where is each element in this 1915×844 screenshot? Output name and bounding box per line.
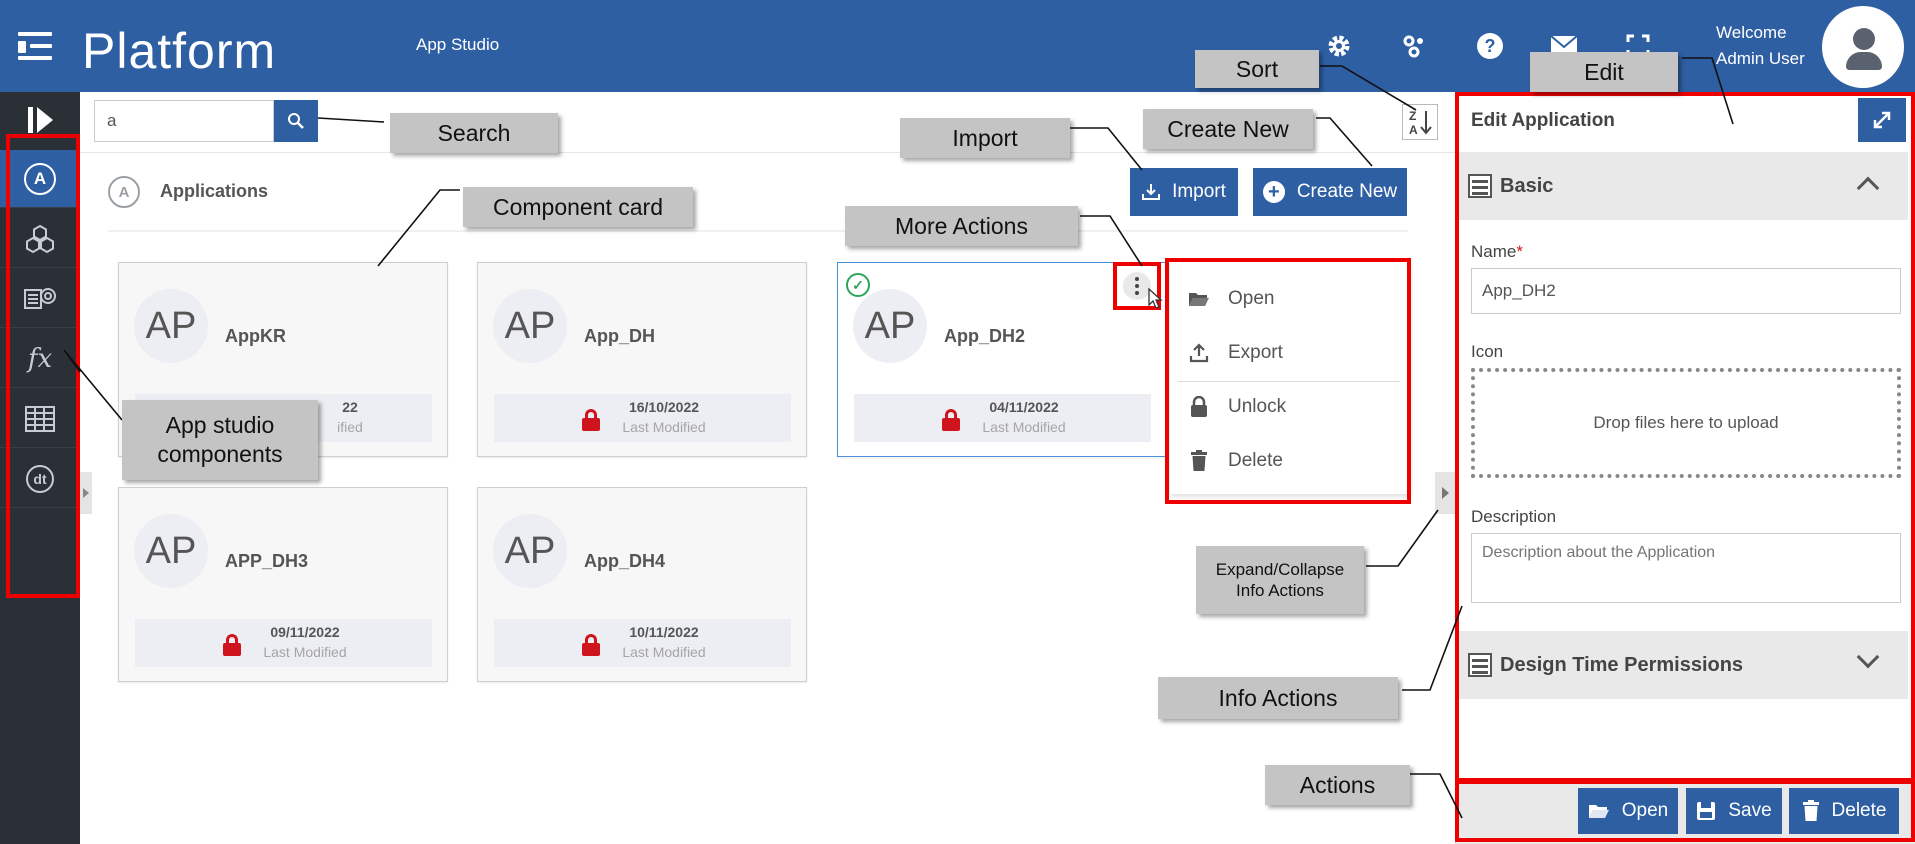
check-circle-icon: ✓ (846, 273, 870, 297)
highlight-edit-panel (1455, 92, 1915, 782)
component-card[interactable]: AP App_DH4 10/11/2022 Last Modified (477, 487, 807, 682)
callout-import: Import (900, 118, 1070, 158)
mouse-cursor-icon (1148, 288, 1163, 309)
create-new-label: Create New (1296, 181, 1398, 202)
card-modified-label: Last Modified (263, 644, 347, 660)
card-footer: 09/11/2022 Last Modified (135, 619, 432, 667)
callout-create-new: Create New (1143, 109, 1313, 149)
component-card[interactable]: AP App_DH 16/10/2022 Last Modified (477, 262, 807, 457)
search-icon (288, 113, 304, 129)
create-new-button[interactable]: + Create New (1253, 168, 1407, 216)
card-date: 22 (342, 399, 358, 415)
menu-toggle-icon[interactable] (18, 32, 54, 62)
divider (80, 152, 1455, 153)
card-modified-label: Last Modified (622, 644, 706, 660)
card-date: 10/11/2022 (629, 624, 699, 640)
highlight-context-menu (1165, 258, 1411, 504)
card-footer: 16/10/2022 Last Modified (494, 394, 791, 442)
integrations-icon[interactable] (1398, 30, 1430, 62)
plus-circle-icon: + (1262, 181, 1285, 203)
svg-text:A: A (1409, 123, 1418, 137)
card-name: App_DH2 (944, 326, 1026, 346)
svg-text:Z: Z (1409, 109, 1416, 123)
card-avatar: AP (853, 289, 927, 363)
card-name: App_DH4 (584, 551, 666, 571)
lock-icon[interactable] (223, 634, 241, 656)
highlight-actions (1455, 780, 1915, 842)
sort-button[interactable]: ZA (1402, 104, 1438, 140)
card-date: 04/11/2022 (989, 399, 1059, 415)
download-icon (1142, 184, 1161, 200)
card-modified-label: ified (337, 419, 363, 435)
import-button[interactable]: Import (1130, 168, 1238, 216)
component-card[interactable]: AP APP_DH3 09/11/2022 Last Modified (118, 487, 448, 682)
callout-component-card: Component card (463, 187, 693, 227)
card-name: AppKR (225, 326, 286, 346)
callout-more-actions: More Actions (845, 206, 1078, 246)
help-icon[interactable]: ? (1474, 30, 1506, 62)
callout-sort: Sort (1195, 50, 1319, 88)
applications-header-icon: A (108, 176, 140, 208)
welcome-text: Welcome Admin User (1716, 23, 1805, 68)
svg-text:?: ? (1485, 36, 1496, 56)
card-date: 09/11/2022 (270, 624, 340, 640)
divider (108, 230, 1408, 232)
search-button[interactable] (274, 100, 318, 142)
callout-actions: Actions (1265, 765, 1410, 805)
card-avatar: AP (134, 514, 208, 588)
card-name: App_DH (584, 326, 655, 346)
card-avatar: AP (493, 289, 567, 363)
user-avatar[interactable] (1822, 6, 1904, 88)
lock-icon[interactable] (942, 409, 960, 431)
page-title: Applications (160, 181, 269, 201)
callout-edit: Edit (1530, 52, 1678, 92)
search-input[interactable] (94, 100, 274, 142)
card-modified-label: Last Modified (982, 419, 1066, 435)
info-actions-toggle[interactable] (1435, 472, 1455, 514)
lock-icon[interactable] (582, 634, 600, 656)
section-title: App Studio (416, 35, 500, 54)
sidebar-collapse-toggle[interactable] (80, 472, 92, 514)
card-date: 16/10/2022 (628, 399, 700, 415)
card-avatar: AP (134, 289, 208, 363)
card-avatar: AP (493, 514, 567, 588)
lock-icon[interactable] (582, 409, 600, 431)
sort-az-icon: ZA (1409, 109, 1432, 137)
brand-logo: Platform (82, 23, 277, 79)
import-label: Import (1172, 181, 1226, 202)
card-name: APP_DH3 (225, 551, 309, 571)
settings-gear-icon[interactable] (1323, 30, 1355, 62)
highlight-sidebar (6, 134, 80, 598)
callout-app-studio-components: App studio components (122, 400, 318, 480)
callout-expand-collapse: Expand/Collapse Info Actions (1196, 546, 1364, 614)
card-footer: 04/11/2022 Last Modified (854, 394, 1151, 442)
card-footer: 10/11/2022 Last Modified (494, 619, 791, 667)
callout-search: Search (390, 113, 558, 153)
callout-info-actions: Info Actions (1158, 677, 1398, 719)
card-modified-label: Last Modified (622, 419, 706, 435)
